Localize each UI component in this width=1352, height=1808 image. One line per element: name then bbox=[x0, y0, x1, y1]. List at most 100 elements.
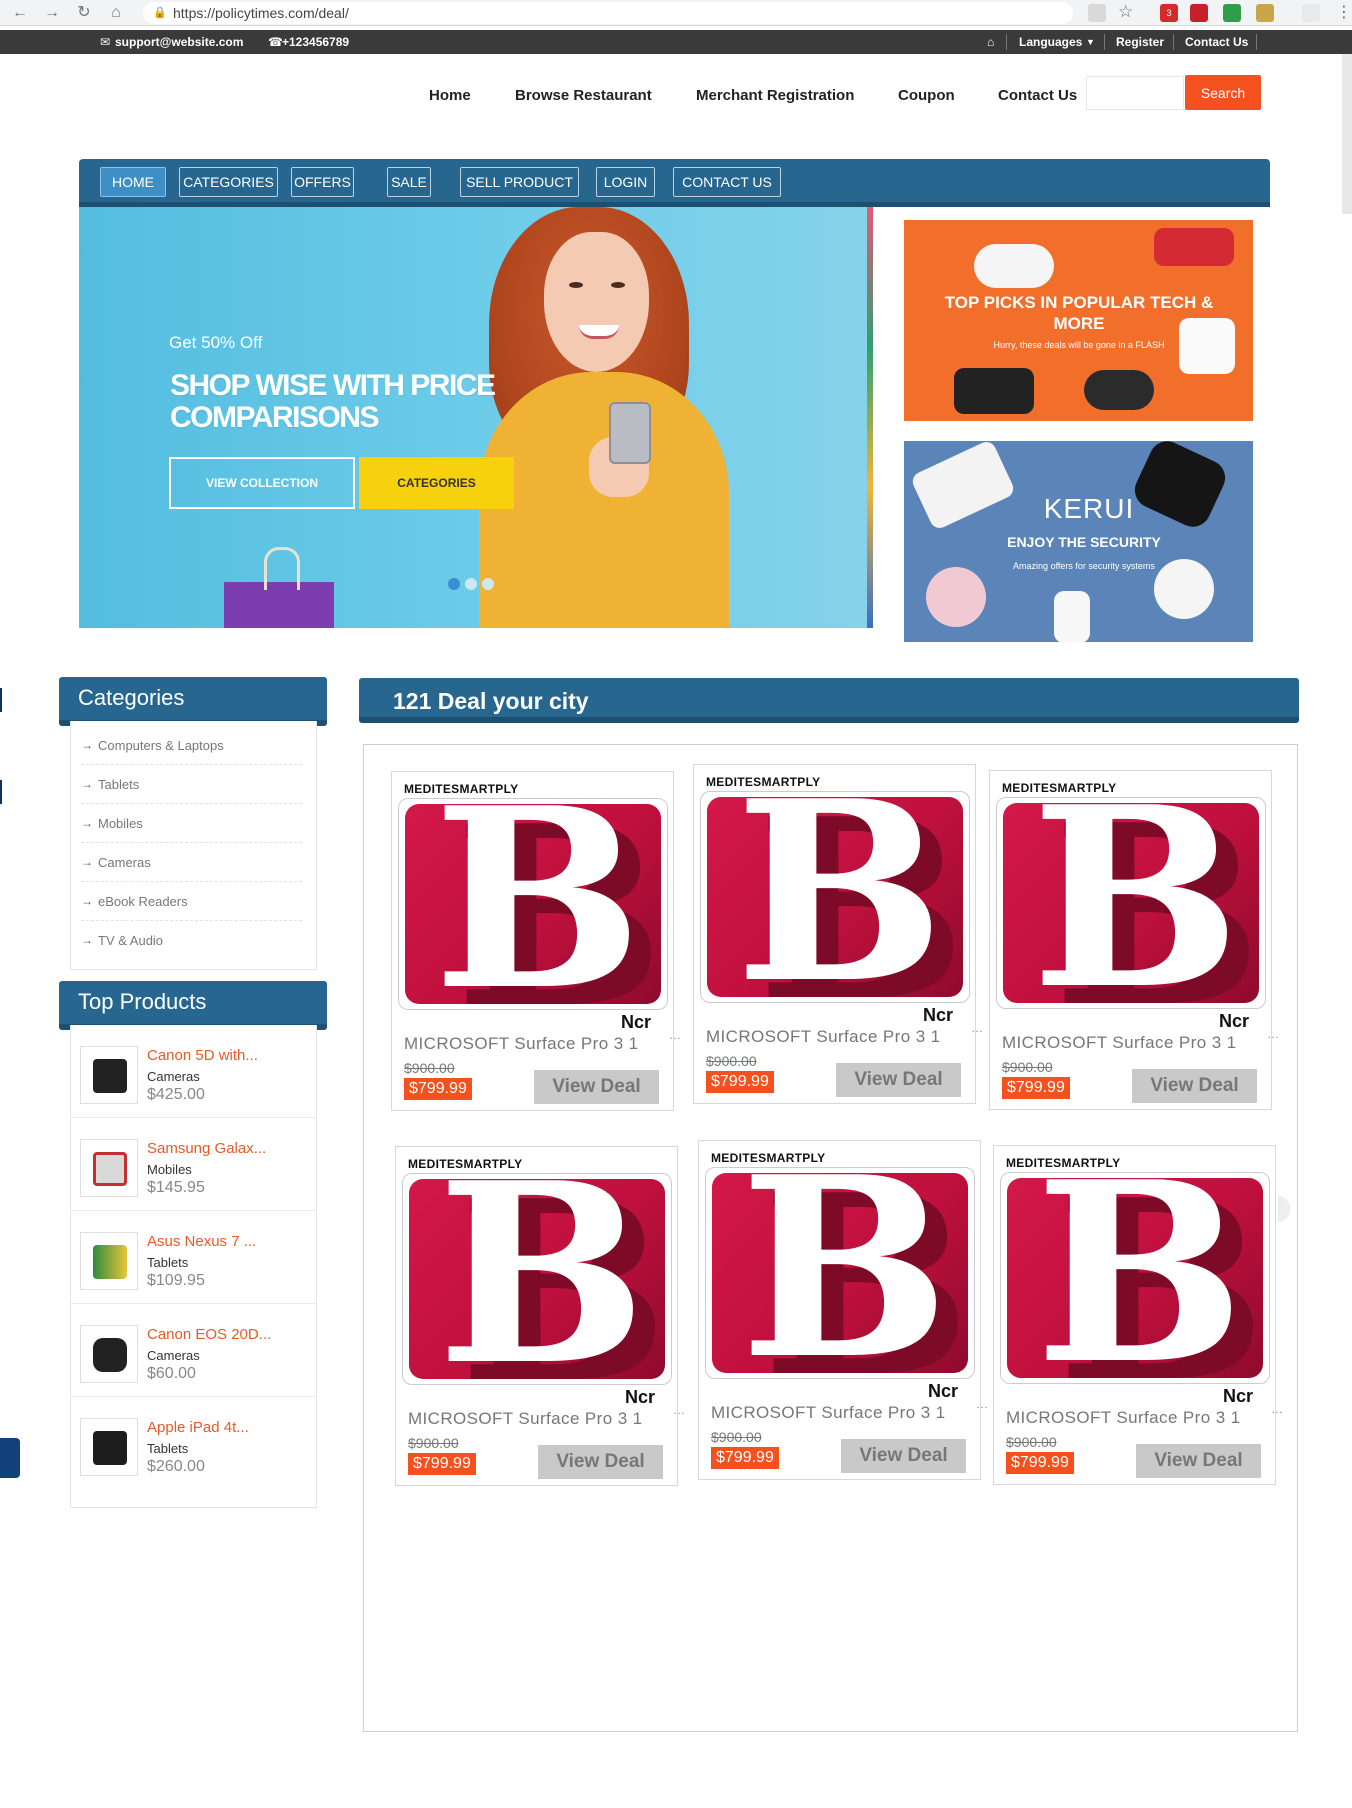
side-tab[interactable] bbox=[0, 1438, 20, 1478]
product-item[interactable]: Asus Nexus 7 ... Tablets $109.95 bbox=[71, 1211, 316, 1304]
category-tablets[interactable]: → Tablets bbox=[81, 765, 302, 804]
navbar-home[interactable]: HOME bbox=[100, 167, 166, 197]
deal-card[interactable]: MEDITESMARTPLY B Ncr MICROSOFT Surface Pro … bbox=[693, 764, 983, 1104]
navbar-login[interactable]: LOGIN bbox=[596, 167, 655, 197]
deal-title[interactable]: MICROSOFT Surface Pro 3 1 bbox=[711, 1403, 946, 1423]
deal-logo[interactable]: B bbox=[705, 1167, 975, 1379]
logo-letter: B bbox=[1031, 803, 1241, 1003]
extension-icon[interactable] bbox=[1088, 4, 1106, 22]
nav-contact-us[interactable]: Contact Us bbox=[998, 87, 1077, 104]
product-name[interactable]: Canon 5D with... bbox=[147, 1047, 258, 1064]
view-collection-button[interactable]: VIEW COLLECTION bbox=[169, 457, 355, 509]
view-deal-button[interactable]: View Deal bbox=[534, 1070, 659, 1104]
banner-subtitle: Hurry, these deals will be gone in a FLA… bbox=[993, 340, 1165, 350]
deal-title[interactable]: MICROSOFT Surface Pro 3 1 bbox=[1006, 1408, 1241, 1428]
home-icon[interactable]: ⌂ bbox=[987, 35, 994, 49]
view-deal-button[interactable]: View Deal bbox=[841, 1439, 966, 1473]
address-bar[interactable]: 🔒 https://policytimes.com/deal/ bbox=[143, 2, 1073, 24]
product-name[interactable]: Samsung Galax... bbox=[147, 1140, 266, 1157]
bookmark-star-icon[interactable]: ☆ bbox=[1118, 2, 1133, 22]
adblock-icon[interactable]: 3 bbox=[1160, 4, 1178, 22]
category-cameras[interactable]: → Cameras bbox=[81, 843, 302, 882]
nav-home[interactable]: Home bbox=[429, 87, 471, 104]
slider-dot[interactable] bbox=[448, 578, 460, 590]
forward-icon[interactable]: → bbox=[42, 3, 62, 23]
category-ebook-readers[interactable]: → eBook Readers bbox=[81, 882, 302, 921]
deal-price: $799.99 bbox=[1006, 1452, 1074, 1474]
category-tv-audio[interactable]: → TV & Audio bbox=[81, 921, 302, 960]
deal-logo[interactable]: B bbox=[1000, 1172, 1270, 1384]
languages-dropdown[interactable]: Languages bbox=[1019, 35, 1082, 49]
support-email[interactable]: support@website.com bbox=[115, 35, 243, 49]
profile-icon[interactable] bbox=[1302, 4, 1320, 22]
register-link[interactable]: Register bbox=[1116, 35, 1164, 49]
deal-card[interactable]: MEDITESMARTPLY B Ncr MICROSOFT Surface Pro … bbox=[391, 771, 681, 1111]
nav-browse-restaurant[interactable]: Browse Restaurant bbox=[515, 87, 652, 104]
deal-title[interactable]: MICROSOFT Surface Pro 3 1 bbox=[408, 1409, 643, 1429]
slider-dot[interactable] bbox=[482, 578, 494, 590]
extension-icon[interactable] bbox=[1256, 4, 1274, 22]
kerui-banner[interactable]: KERUI ENJOY THE SECURITY Amazing offers … bbox=[904, 441, 1253, 642]
extension-icon[interactable] bbox=[1223, 4, 1241, 22]
product-thumbnail[interactable] bbox=[80, 1046, 138, 1104]
deal-logo[interactable]: B bbox=[996, 797, 1266, 1009]
view-deal-button[interactable]: View Deal bbox=[1136, 1444, 1261, 1478]
view-deal-button[interactable]: View Deal bbox=[1132, 1069, 1257, 1103]
category-mobiles[interactable]: → Mobiles bbox=[81, 804, 302, 843]
product-thumbnail[interactable] bbox=[80, 1418, 138, 1476]
navbar-sale[interactable]: SALE bbox=[387, 167, 431, 197]
categories-button[interactable]: CATEGORIES bbox=[359, 457, 514, 509]
divider bbox=[1104, 34, 1105, 50]
view-deal-button[interactable]: View Deal bbox=[538, 1445, 663, 1479]
product-name[interactable]: Asus Nexus 7 ... bbox=[147, 1233, 256, 1250]
more-menu-icon[interactable]: ⋮ bbox=[1336, 2, 1352, 22]
deal-card[interactable]: MEDITESMARTPLY B Ncr MICROSOFT Surface Pro … bbox=[395, 1146, 685, 1486]
category-computers-laptops[interactable]: → Computers & Laptops bbox=[81, 726, 302, 765]
support-phone[interactable]: +123456789 bbox=[282, 35, 349, 49]
product-item[interactable]: Canon 5D with... Cameras $425.00 bbox=[71, 1025, 316, 1118]
deal-card[interactable]: MEDITESMARTPLY B Ncr MICROSOFT Surface Pro … bbox=[993, 1145, 1283, 1485]
back-icon[interactable]: ← bbox=[10, 3, 30, 23]
deal-card[interactable]: MEDITESMARTPLY B Ncr MICROSOFT Surface Pro … bbox=[989, 770, 1279, 1110]
deal-card[interactable]: MEDITESMARTPLY B Ncr MICROSOFT Surface Pro … bbox=[698, 1140, 988, 1480]
navbar-contact-us[interactable]: CONTACT US bbox=[673, 167, 781, 197]
extension-icon[interactable] bbox=[1190, 4, 1208, 22]
deal-logo[interactable]: B bbox=[402, 1173, 672, 1385]
view-deal-button[interactable]: View Deal bbox=[836, 1063, 961, 1097]
product-item[interactable]: Samsung Galax... Mobiles $145.95 bbox=[71, 1118, 316, 1211]
product-thumbnail[interactable] bbox=[80, 1232, 138, 1290]
contact-link[interactable]: Contact Us bbox=[1185, 35, 1248, 49]
product-name[interactable]: Apple iPad 4t... bbox=[147, 1419, 249, 1436]
slider-dot[interactable] bbox=[465, 578, 477, 590]
navbar-offers[interactable]: OFFERS bbox=[291, 167, 354, 197]
product-item[interactable]: Apple iPad 4t... Tablets $260.00 bbox=[71, 1397, 316, 1490]
smartphone-icon bbox=[609, 402, 651, 464]
navbar-categories[interactable]: CATEGORIES bbox=[179, 167, 278, 197]
tech-picks-banner[interactable]: TOP PICKS IN POPULAR TECH & MORE Hurry, … bbox=[904, 220, 1253, 421]
product-item[interactable]: Canon EOS 20D... Cameras $60.00 bbox=[71, 1304, 316, 1397]
product-name[interactable]: Canon EOS 20D... bbox=[147, 1326, 271, 1343]
logo-tile: B bbox=[1003, 803, 1259, 1003]
chevron-down-icon: ▼ bbox=[1086, 37, 1095, 47]
deal-title[interactable]: MICROSOFT Surface Pro 3 1 bbox=[404, 1034, 639, 1054]
deal-logo[interactable]: B bbox=[398, 798, 668, 1010]
search-input[interactable] bbox=[1086, 76, 1184, 110]
deal-price: $799.99 bbox=[1002, 1077, 1070, 1099]
deal-title[interactable]: MICROSOFT Surface Pro 3 1 bbox=[1002, 1033, 1237, 1053]
search-button[interactable]: Search bbox=[1185, 75, 1261, 110]
ellipsis-icon: … bbox=[1271, 1402, 1283, 1416]
hero-title: SHOP WISE WITH PRICE COMPARISONS bbox=[170, 369, 496, 434]
reload-icon[interactable]: ↻ bbox=[74, 3, 94, 23]
top-products-title: Top Products bbox=[78, 989, 207, 1014]
nav-merchant-registration[interactable]: Merchant Registration bbox=[696, 87, 854, 104]
merchant-name: MEDITESMARTPLY bbox=[1006, 1156, 1121, 1170]
product-thumbnail[interactable] bbox=[80, 1139, 138, 1197]
nav-coupon[interactable]: Coupon bbox=[898, 87, 955, 104]
home-icon[interactable]: ⌂ bbox=[106, 3, 126, 23]
scrollbar[interactable] bbox=[1342, 54, 1352, 214]
product-thumbnail[interactable] bbox=[80, 1325, 138, 1383]
arrow-right-icon: → bbox=[81, 894, 93, 908]
deal-logo[interactable]: B bbox=[700, 791, 970, 1003]
navbar-sell-product[interactable]: SELL PRODUCT bbox=[460, 167, 579, 197]
deal-title[interactable]: MICROSOFT Surface Pro 3 1 bbox=[706, 1027, 941, 1047]
